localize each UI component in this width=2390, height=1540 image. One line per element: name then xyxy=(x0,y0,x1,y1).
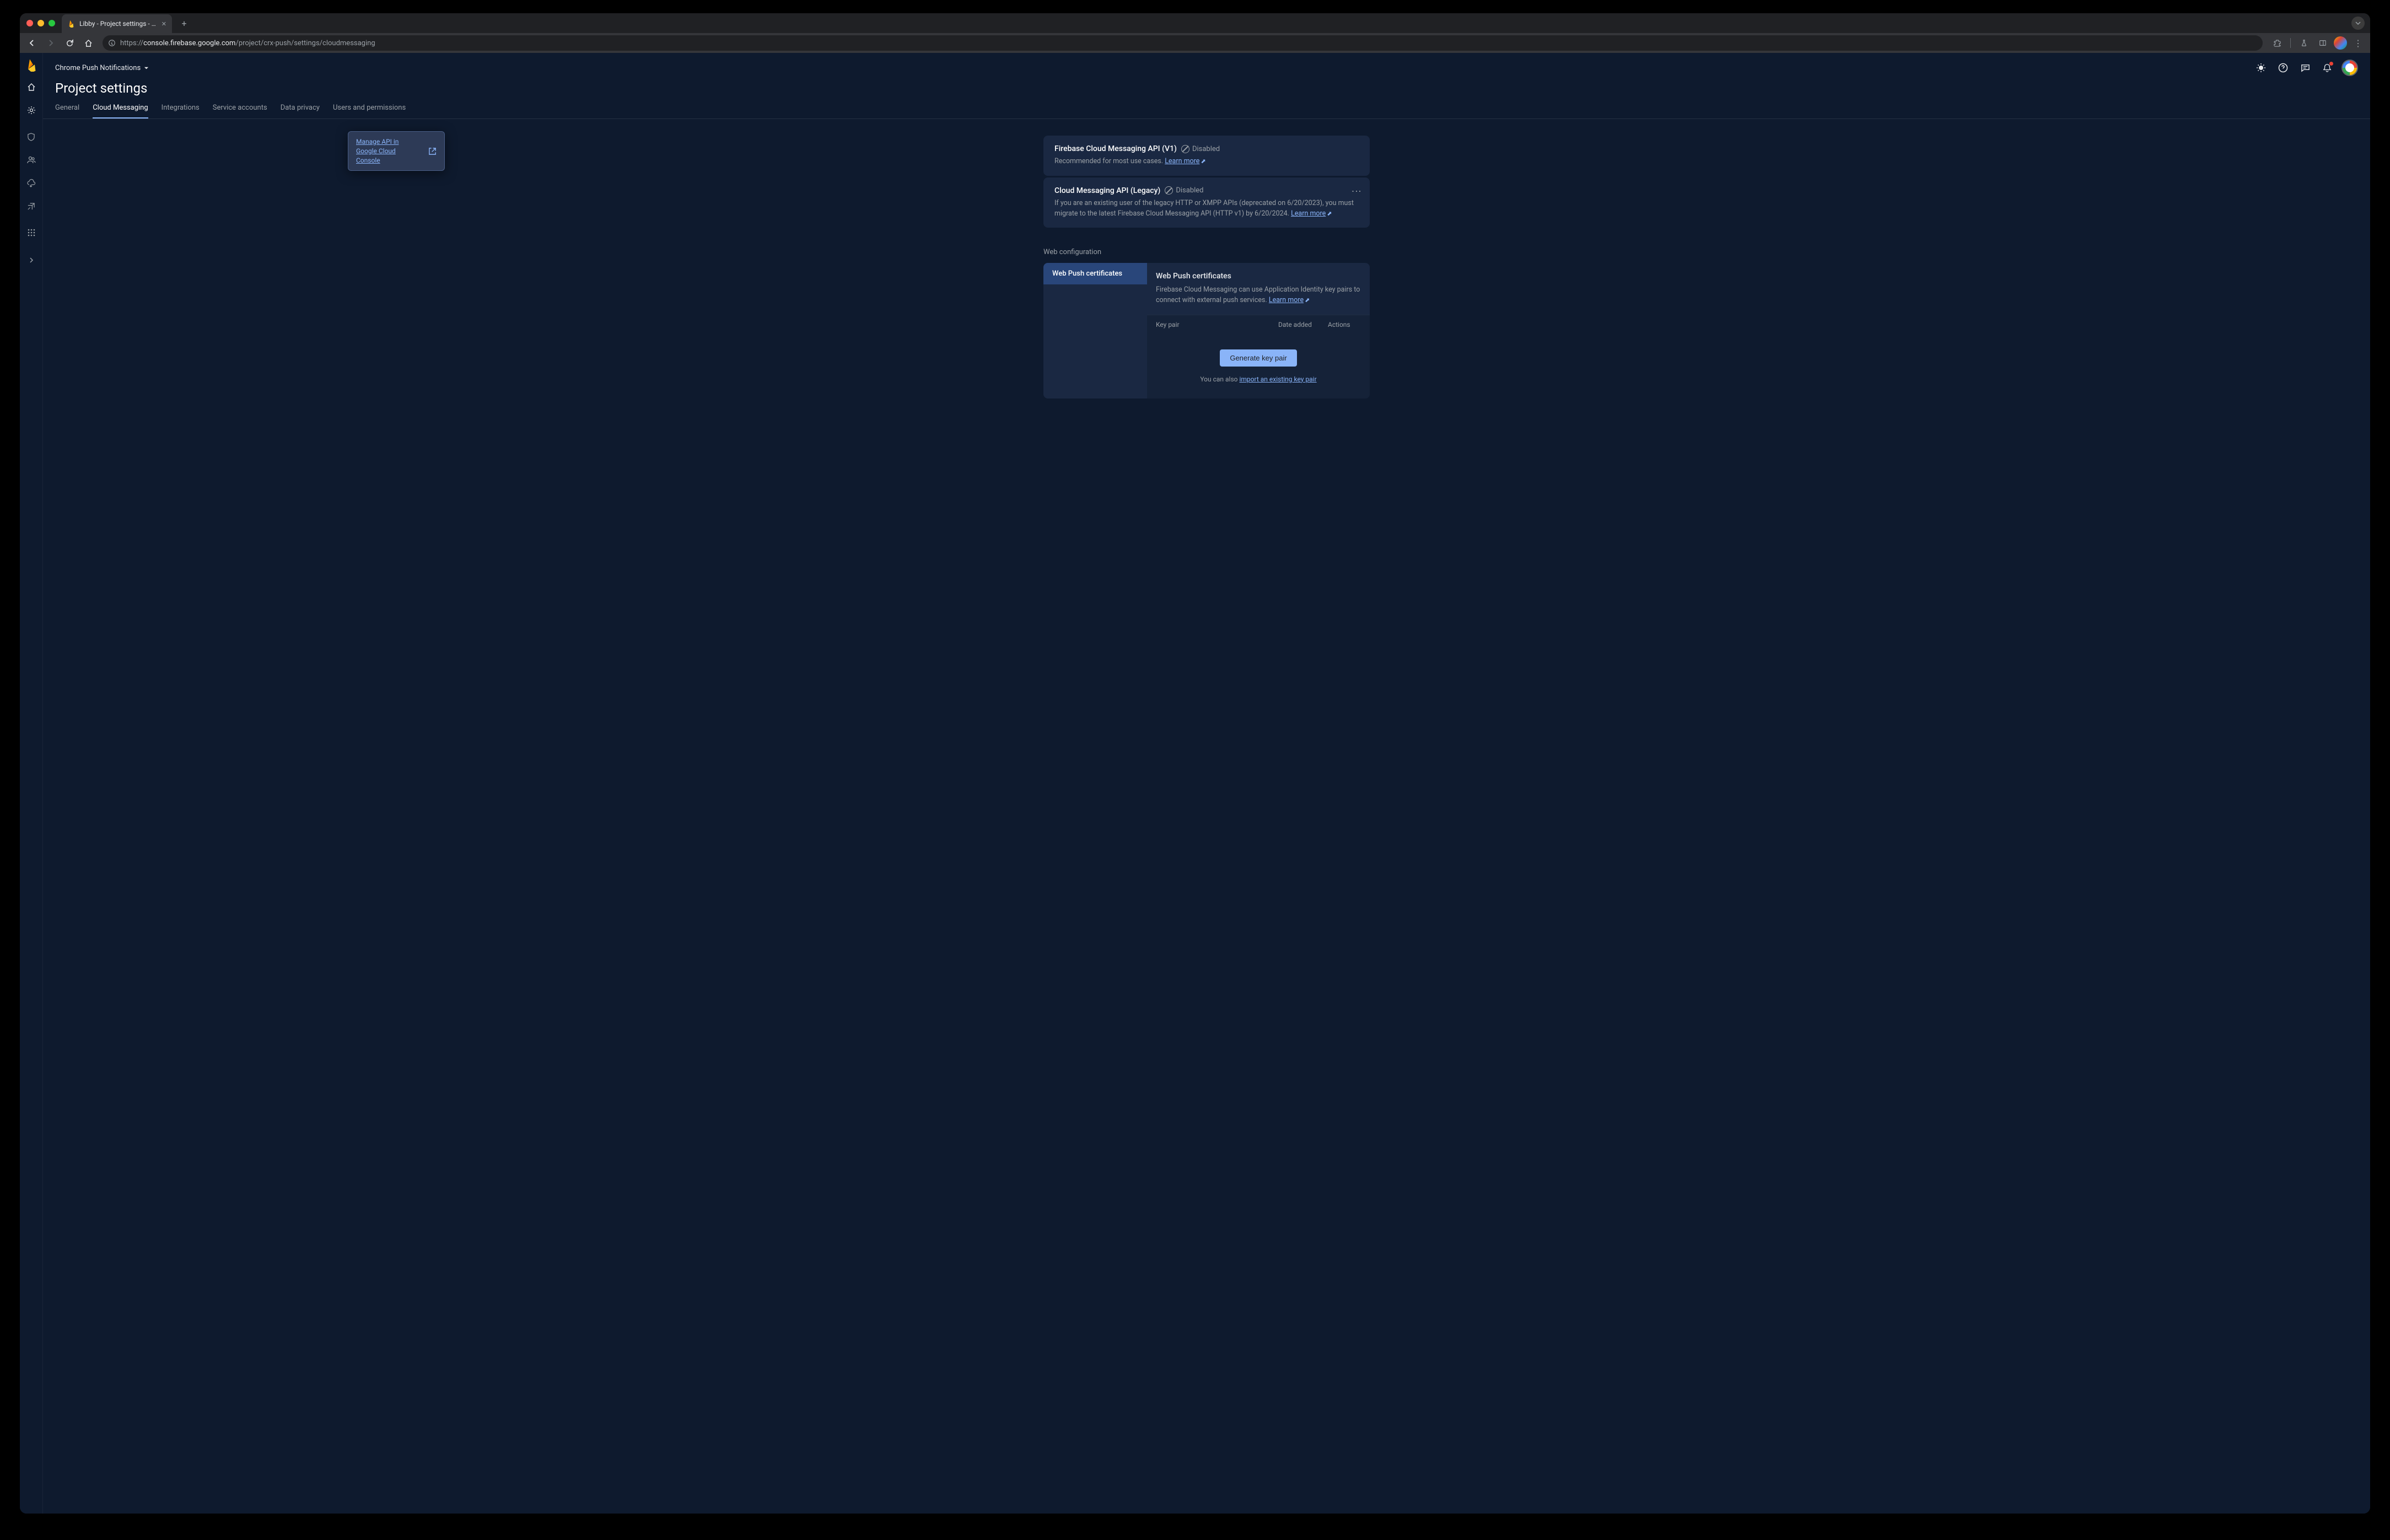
fcm-legacy-learn-more-link[interactable]: Learn more⬈ xyxy=(1291,209,1332,218)
import-key-pair-link[interactable]: import an existing key pair xyxy=(1239,375,1316,383)
fcm-v1-card: Firebase Cloud Messaging API (V1) Disabl… xyxy=(1043,136,1370,176)
disabled-icon xyxy=(1165,186,1173,195)
web-push-panel: Web Push certificates Web Push certifica… xyxy=(1043,263,1370,399)
tab-data-privacy[interactable]: Data privacy xyxy=(281,104,320,119)
firebase-app: Chrome Push Notifications xyxy=(20,53,2370,1514)
fcm-legacy-card: Cloud Messaging API (Legacy) Disabled ⋮ … xyxy=(1043,177,1370,228)
help-icon[interactable] xyxy=(2275,60,2291,76)
tab-cloud-messaging[interactable]: Cloud Messaging xyxy=(93,104,148,119)
site-info-icon[interactable] xyxy=(108,39,116,47)
page-title: Project settings xyxy=(43,76,2370,96)
tab-integrations[interactable]: Integrations xyxy=(162,104,200,119)
legacy-card-menu-icon[interactable]: ⋮ xyxy=(1354,186,1359,196)
theme-toggle-icon[interactable] xyxy=(2253,60,2269,76)
fcm-legacy-status: Disabled xyxy=(1165,186,1203,195)
sidebar-functions-icon[interactable] xyxy=(24,198,39,214)
sidebar-appcheck-icon[interactable] xyxy=(24,129,39,144)
tab-general[interactable]: General xyxy=(55,104,79,119)
window-close[interactable] xyxy=(26,20,33,26)
tab-service-accounts[interactable]: Service accounts xyxy=(213,104,267,119)
profile-avatar[interactable] xyxy=(2334,36,2347,50)
web-push-cert-tab[interactable]: Web Push certificates xyxy=(1043,263,1147,284)
feedback-icon[interactable] xyxy=(2297,60,2313,76)
main-content: Chrome Push Notifications xyxy=(43,53,2370,1514)
web-config-label: Web configuration xyxy=(1043,248,1370,256)
browser-window: Libby - Project settings - Fire ✕ + htt xyxy=(20,13,2370,1514)
home-button[interactable] xyxy=(80,35,96,51)
labs-icon[interactable] xyxy=(2296,35,2312,51)
fcm-v1-description: Recommended for most use cases. Learn mo… xyxy=(1054,157,1359,167)
manage-api-link[interactable]: Manage API in Google Cloud Console xyxy=(356,137,419,165)
window-maximize[interactable] xyxy=(49,20,55,26)
tab-users-permissions[interactable]: Users and permissions xyxy=(333,104,406,119)
extensions-icon[interactable] xyxy=(2269,35,2285,51)
external-link-icon[interactable] xyxy=(428,147,437,155)
titlebar: Libby - Project settings - Fire ✕ + xyxy=(20,13,2370,33)
cert-table-body: Generate key pair You can also import an… xyxy=(1147,334,1370,399)
browser-toolbar: https://console.firebase.google.com/proj… xyxy=(20,33,2370,53)
sidebar-expand-icon[interactable] xyxy=(24,252,39,268)
firebase-favicon xyxy=(67,20,75,28)
fcm-v1-status: Disabled xyxy=(1181,145,1220,153)
cert-sidebar: Web Push certificates xyxy=(1043,263,1147,399)
cert-table-header: Key pair Date added Actions xyxy=(1147,315,1370,334)
window-minimize[interactable] xyxy=(37,20,44,26)
window-controls xyxy=(26,20,55,26)
notification-badge xyxy=(2329,62,2333,66)
forward-button[interactable] xyxy=(43,35,58,51)
th-actions: Actions xyxy=(1328,321,1361,329)
cert-main: Web Push certificates Firebase Cloud Mes… xyxy=(1147,263,1370,399)
manage-api-popover: Manage API in Google Cloud Console xyxy=(348,131,445,171)
tab-title: Libby - Project settings - Fire xyxy=(79,20,157,28)
back-button[interactable] xyxy=(24,35,40,51)
account-avatar[interactable] xyxy=(2341,60,2358,76)
settings-tabs: General Cloud Messaging Integrations Ser… xyxy=(43,96,2370,119)
th-date-added: Date added xyxy=(1278,321,1328,329)
side-panel-icon[interactable] xyxy=(2315,35,2330,51)
sidebar-home-icon[interactable] xyxy=(24,79,39,95)
external-link-icon: ⬈ xyxy=(1201,158,1205,165)
url-text: https://console.firebase.google.com/proj… xyxy=(120,39,2257,47)
fcm-legacy-description: If you are an existing user of the legac… xyxy=(1054,198,1359,219)
cert-learn-more-link[interactable]: Learn more⬈ xyxy=(1269,296,1310,304)
project-name: Chrome Push Notifications xyxy=(55,64,141,72)
reload-button[interactable] xyxy=(62,35,77,51)
sidebar-users-icon[interactable] xyxy=(24,152,39,168)
disabled-icon xyxy=(1181,145,1189,153)
firebase-logo[interactable] xyxy=(25,58,38,72)
fcm-v1-title: Firebase Cloud Messaging API (V1) xyxy=(1054,144,1177,153)
address-bar[interactable]: https://console.firebase.google.com/proj… xyxy=(103,35,2263,51)
sidebar-settings-icon[interactable] xyxy=(24,103,39,118)
notifications-icon[interactable] xyxy=(2319,60,2335,76)
header-actions xyxy=(2253,60,2358,76)
fcm-legacy-title: Cloud Messaging API (Legacy) xyxy=(1054,186,1160,195)
sidebar-cloud-icon[interactable] xyxy=(24,175,39,191)
tabs-dropdown-icon[interactable] xyxy=(2351,17,2365,30)
browser-menu-icon[interactable]: ⋮ xyxy=(2350,35,2366,51)
new-tab-button[interactable]: + xyxy=(176,15,192,31)
generate-key-pair-button[interactable]: Generate key pair xyxy=(1220,349,1296,367)
content-area: Manage API in Google Cloud Console Fireb… xyxy=(43,119,2370,1514)
browser-tab[interactable]: Libby - Project settings - Fire ✕ xyxy=(62,14,172,33)
cert-panel-title: Web Push certificates xyxy=(1156,272,1361,281)
th-key-pair: Key pair xyxy=(1156,321,1278,329)
external-link-icon: ⬈ xyxy=(1305,297,1310,304)
sidebar-apps-icon[interactable] xyxy=(24,225,39,240)
external-link-icon: ⬈ xyxy=(1327,210,1332,217)
cert-panel-description: Firebase Cloud Messaging can use Applica… xyxy=(1156,285,1361,306)
tab-close-icon[interactable]: ✕ xyxy=(162,20,166,28)
toolbar-separator xyxy=(2290,38,2291,48)
app-header: Chrome Push Notifications xyxy=(43,53,2370,76)
fcm-v1-learn-more-link[interactable]: Learn more⬈ xyxy=(1165,157,1205,165)
dropdown-caret-icon xyxy=(144,66,149,71)
import-row: You can also import an existing key pair xyxy=(1156,375,1361,383)
tab-strip: Libby - Project settings - Fire ✕ + xyxy=(62,13,2364,33)
project-dropdown[interactable]: Chrome Push Notifications xyxy=(55,64,149,72)
firebase-sidebar xyxy=(20,53,43,1514)
